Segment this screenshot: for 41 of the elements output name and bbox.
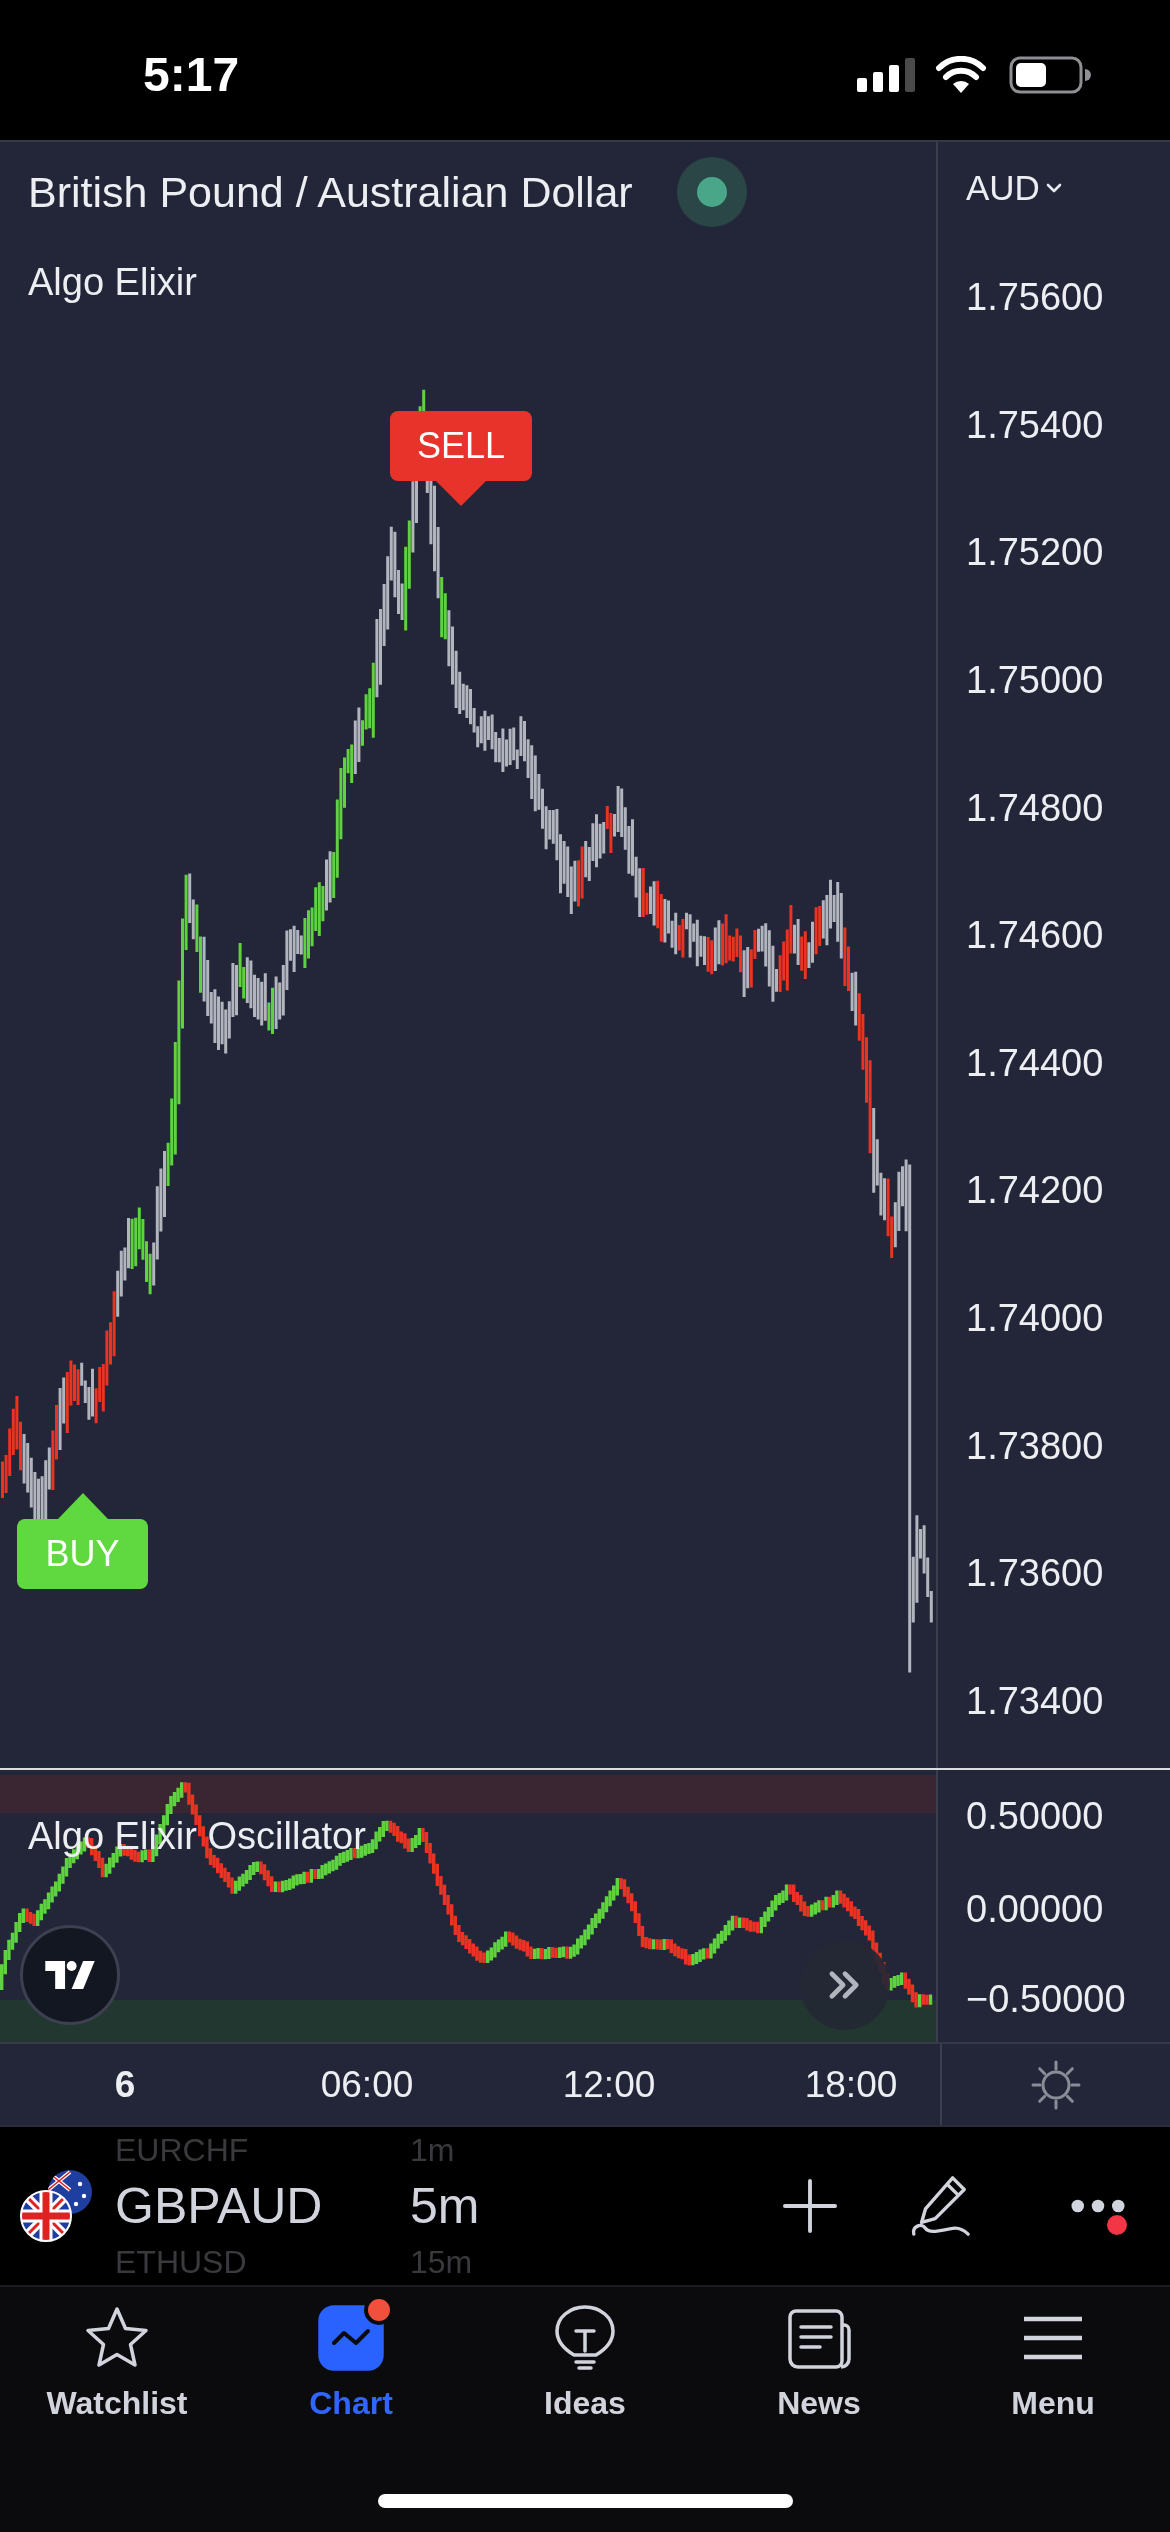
plus-icon	[783, 2179, 837, 2233]
price-label: 1.74200	[966, 1169, 1104, 1213]
price-label: 1.73800	[966, 1424, 1104, 1468]
price-label: 1.74800	[966, 786, 1104, 830]
price-label: 1.75400	[966, 403, 1104, 447]
price-label: 1.75200	[966, 531, 1104, 575]
price-label: 1.73400	[966, 1679, 1104, 1723]
status-time: 5:17	[143, 51, 240, 99]
sun-icon	[1031, 2059, 1081, 2110]
oscillator-value-label: −0.50000	[966, 1977, 1126, 2020]
time-label: 06:00	[320, 2063, 414, 2106]
price-label: 1.74400	[966, 1041, 1104, 1085]
price-label: 1.75600	[966, 276, 1104, 320]
time-label: 12:00	[562, 2063, 656, 2106]
lightbulb-icon	[552, 2305, 618, 2371]
currency-dropdown[interactable]: AUD	[966, 168, 1062, 208]
more-icon	[1071, 2199, 1125, 2213]
axis-settings-button[interactable]	[1031, 2059, 1081, 2110]
caret-icon	[1045, 183, 1062, 193]
chart-icon	[318, 2305, 384, 2371]
signal-icon	[857, 58, 915, 92]
indicator-name[interactable]: Algo Elixir	[28, 260, 197, 304]
tab[interactable]: Chart	[234, 2287, 468, 2423]
time-label: 6	[114, 2063, 136, 2106]
tab[interactable]: News	[702, 2287, 936, 2423]
battery-icon	[1009, 56, 1091, 94]
instrument-title[interactable]: British Pound / Australian Dollar	[28, 167, 633, 217]
tab[interactable]: Ideas	[468, 2287, 702, 2423]
logo-icon	[45, 1961, 95, 1989]
wifi-icon	[935, 56, 987, 94]
interval-label[interactable]: 5m	[410, 2181, 610, 2231]
price-label: 1.73600	[966, 1552, 1104, 1596]
oscillator-value-label: 0.00000	[966, 1887, 1104, 1930]
price-label: 1.75000	[966, 659, 1104, 703]
price-label: 1.74000	[966, 1297, 1104, 1341]
tab[interactable]: Menu	[936, 2287, 1170, 2423]
price-label: 1.74600	[966, 914, 1104, 958]
oscillator-value-label: 0.50000	[966, 1794, 1104, 1837]
time-label: 18:00	[804, 2063, 898, 2106]
symbol-ticker[interactable]: GBPAUD	[115, 2181, 410, 2231]
tab[interactable]: Watchlist	[0, 2287, 234, 2423]
